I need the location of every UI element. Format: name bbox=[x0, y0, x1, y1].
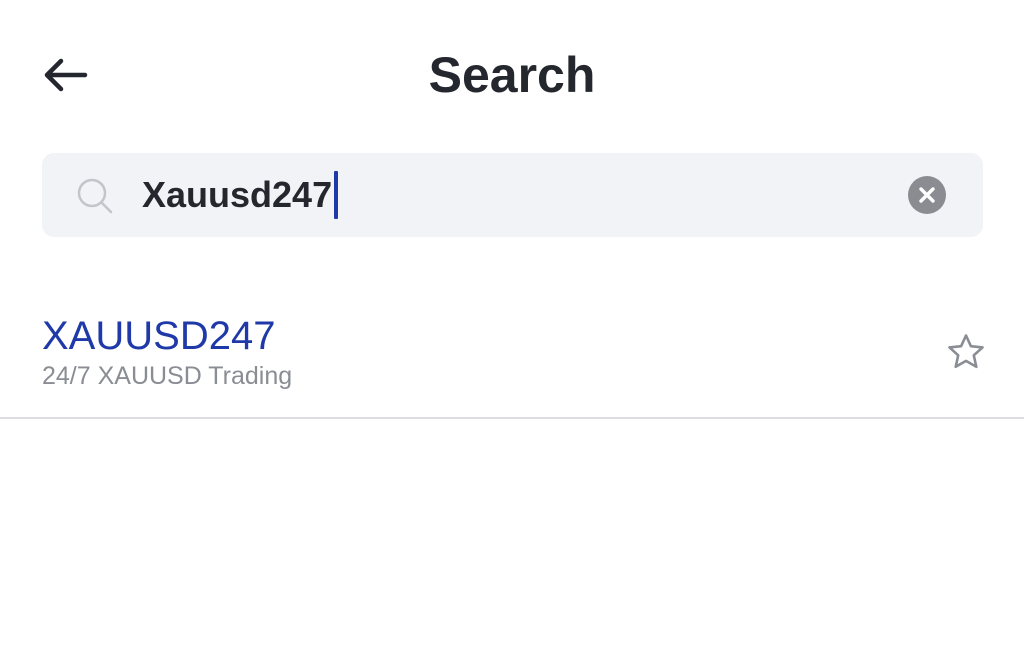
clear-circle-icon bbox=[919, 187, 935, 203]
arrow-left-icon bbox=[44, 58, 88, 92]
search-icon bbox=[77, 178, 113, 214]
search-bar[interactable]: Xauusd247 bbox=[42, 153, 983, 237]
page-title: Search bbox=[428, 47, 596, 103]
favorite-button[interactable] bbox=[944, 330, 988, 374]
search-screen: Search Xauusd247 XAUUSD247 24/7 XAUUSD T… bbox=[0, 0, 1024, 654]
search-input-value: Xauusd247 bbox=[142, 174, 333, 215]
text-cursor bbox=[334, 171, 339, 219]
result-symbol: XAUUSD247 bbox=[42, 314, 276, 358]
result-description: 24/7 XAUUSD Trading bbox=[42, 362, 293, 390]
search-result-item[interactable]: XAUUSD247 24/7 XAUUSD Trading bbox=[0, 290, 1024, 419]
search-input[interactable]: Xauusd247 bbox=[142, 171, 339, 219]
star-outline-icon bbox=[948, 334, 984, 369]
header: Search bbox=[0, 0, 1024, 150]
back-button[interactable] bbox=[30, 46, 100, 104]
clear-search-button[interactable] bbox=[908, 176, 946, 214]
